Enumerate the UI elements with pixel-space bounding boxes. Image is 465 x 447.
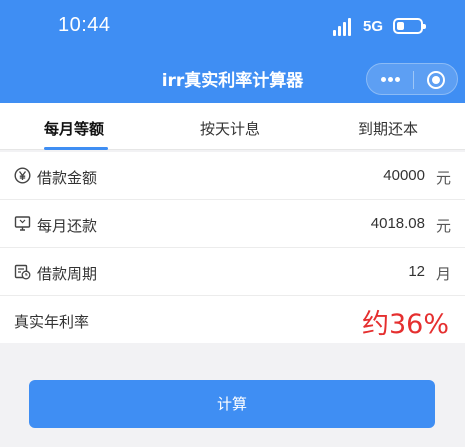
loan-amount-row[interactable]: 借款金额 40000 元: [0, 152, 465, 200]
monthly-payment-row[interactable]: 每月还款 4018.08 元: [0, 200, 465, 248]
monthly-payment-input[interactable]: 4018.08: [371, 215, 425, 232]
monitor-icon: [14, 216, 31, 231]
network-type: 5G: [363, 18, 384, 35]
active-tab-indicator: [44, 147, 108, 150]
app-header: 10:44 5G irr真实利率计算器: [0, 0, 465, 103]
loan-amount-unit: 元: [435, 169, 451, 187]
signal-icon: [333, 18, 355, 36]
real-rate-value: 约36%: [361, 309, 449, 340]
status-time: 10:44: [58, 14, 111, 36]
monthly-payment-label: 每月还款: [37, 217, 98, 235]
calendar-clock-icon: [14, 264, 31, 280]
loan-term-unit: 月: [435, 265, 451, 283]
loan-term-label: 借款周期: [37, 265, 98, 283]
tab-equal-monthly[interactable]: 每月等额: [44, 118, 104, 139]
real-rate-label: 真实年利率: [14, 313, 90, 331]
tab-principal-at-maturity[interactable]: 到期还本: [358, 118, 418, 139]
calculate-button[interactable]: 计算: [29, 380, 435, 428]
tab-daily-interest[interactable]: 按天计息: [200, 118, 260, 139]
battery-icon: [393, 18, 426, 34]
close-target-icon[interactable]: [427, 71, 445, 89]
tab-bar: 每月等额 按天计息 到期还本: [0, 103, 465, 150]
mini-program-capsule: [366, 63, 458, 95]
loan-term-input[interactable]: 12: [408, 263, 425, 280]
loan-amount-label: 借款金额: [37, 169, 98, 187]
loan-amount-input[interactable]: 40000: [383, 167, 425, 184]
monthly-payment-unit: 元: [435, 217, 451, 235]
real-rate-row: 真实年利率 约36%: [0, 296, 465, 343]
yen-icon: [14, 167, 31, 184]
loan-term-row[interactable]: 借款周期 12 月: [0, 248, 465, 296]
more-icon[interactable]: [381, 77, 401, 83]
